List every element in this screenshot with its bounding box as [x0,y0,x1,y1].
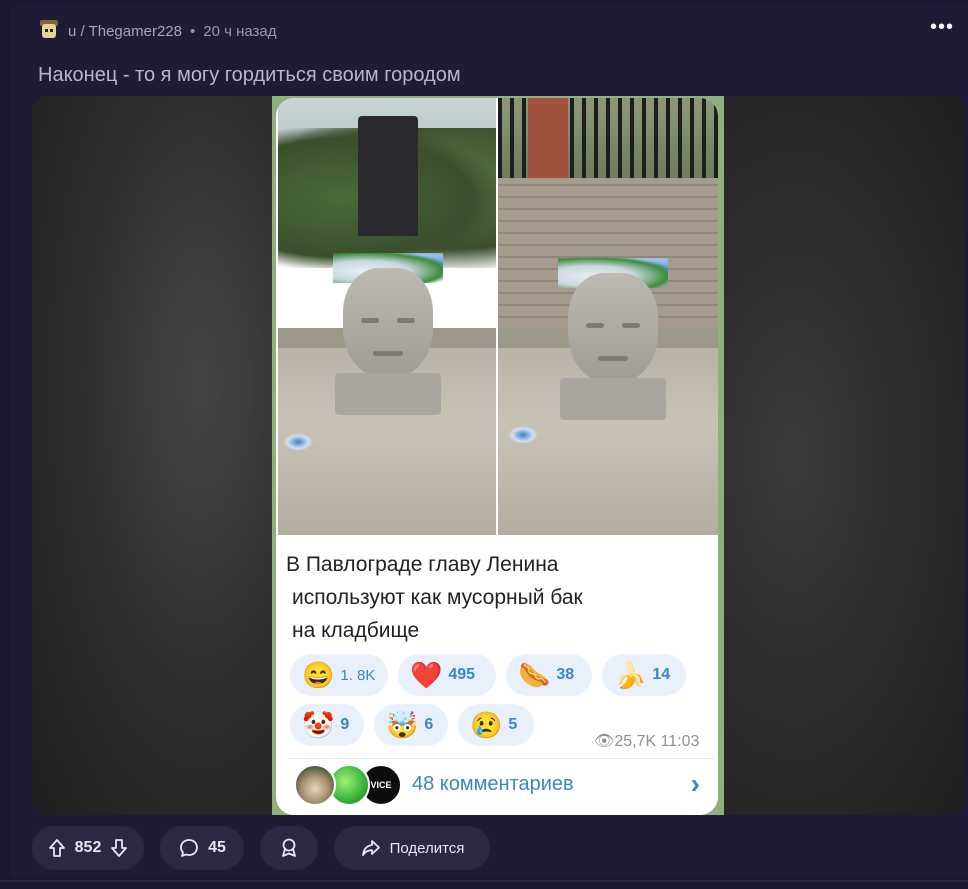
telegram-message: В Павлограде главу Ленина используют как… [276,98,718,815]
comments-link[interactable]: VICE 48 комментариев › [290,762,714,812]
share-icon [360,837,382,859]
post-title[interactable]: Наконец - то я могу гордиться своим горо… [38,64,461,87]
views-and-time: 👁25,7K 11:03 [594,733,700,750]
caption-line: В Павлограде главу Ленина [286,553,559,576]
lenin-bust-right [558,228,668,420]
media-blur-left [32,96,272,815]
post-time: 20 ч назад [203,22,277,40]
reaction-count: 6 [424,716,434,733]
comments-count-label: 48 комментариев [412,773,574,795]
comment-count: 45 [208,839,226,856]
caption-line: используют как мусорный бак [292,586,583,609]
reaction-exploding-head[interactable]: 🤯 6 [374,704,448,746]
grin-emoji-icon: 😄 [302,660,335,690]
more-options-button[interactable]: ••• [930,16,954,39]
litter-left [283,433,313,451]
award-icon [278,837,300,859]
chevron-right-icon: › [690,768,700,799]
author-name[interactable]: u / Thegamer228 [68,23,182,40]
reaction-banana[interactable]: 🍌 14 [602,654,686,696]
divider [290,758,714,759]
tombstone [358,116,418,236]
meta-separator: • [189,22,196,40]
media-blur-right [720,96,965,815]
reaction-grin[interactable]: 😄 1. 8K [290,654,388,696]
upvote-icon[interactable] [47,838,67,858]
reaction-count: 9 [340,716,350,733]
reaction-count: 38 [556,666,575,683]
vote-count: 852 [74,839,102,856]
litter-right [508,426,538,444]
reaction-heart[interactable]: ❤️ 495 [398,654,496,696]
reaction-count: 5 [508,716,518,733]
lenin-bust-left [333,223,443,415]
reaction-count: 495 [448,666,476,683]
reaction-count: 1. 8K [340,666,376,684]
post-header: u / Thegamer228 • 20 ч назад [38,18,277,44]
message-caption: В Павлограде главу Ленина используют как… [286,548,706,647]
reaction-cry[interactable]: 😢 5 [458,704,534,746]
exploding-head-emoji-icon: 🤯 [386,710,419,740]
reaction-clown[interactable]: 🤡 9 [290,704,364,746]
share-label: Поделится [389,839,465,857]
post-divider [0,880,968,882]
photo-left [278,98,496,535]
downvote-icon[interactable] [109,838,129,858]
comments-button[interactable]: 45 [160,826,244,870]
crying-emoji-icon: 😢 [470,710,503,740]
clown-emoji-icon: 🤡 [302,710,335,740]
author-avatar[interactable] [38,20,60,42]
telegram-screenshot: В Павлограде главу Ленина используют как… [272,96,724,815]
vote-control: 852 [32,826,144,870]
banana-emoji-icon: 🍌 [614,660,647,690]
caption-line: на кладбище [292,619,420,642]
share-button[interactable]: Поделится [334,826,490,870]
comment-bubble-icon [178,837,200,859]
heart-emoji-icon: ❤️ [410,660,443,690]
reaction-count: 14 [652,666,671,683]
award-button[interactable] [260,826,318,870]
commenter-avatar [294,764,336,806]
hotdog-emoji-icon: 🌭 [518,660,551,690]
photo-right [498,98,718,535]
reaction-hotdog[interactable]: 🌭 38 [506,654,592,696]
